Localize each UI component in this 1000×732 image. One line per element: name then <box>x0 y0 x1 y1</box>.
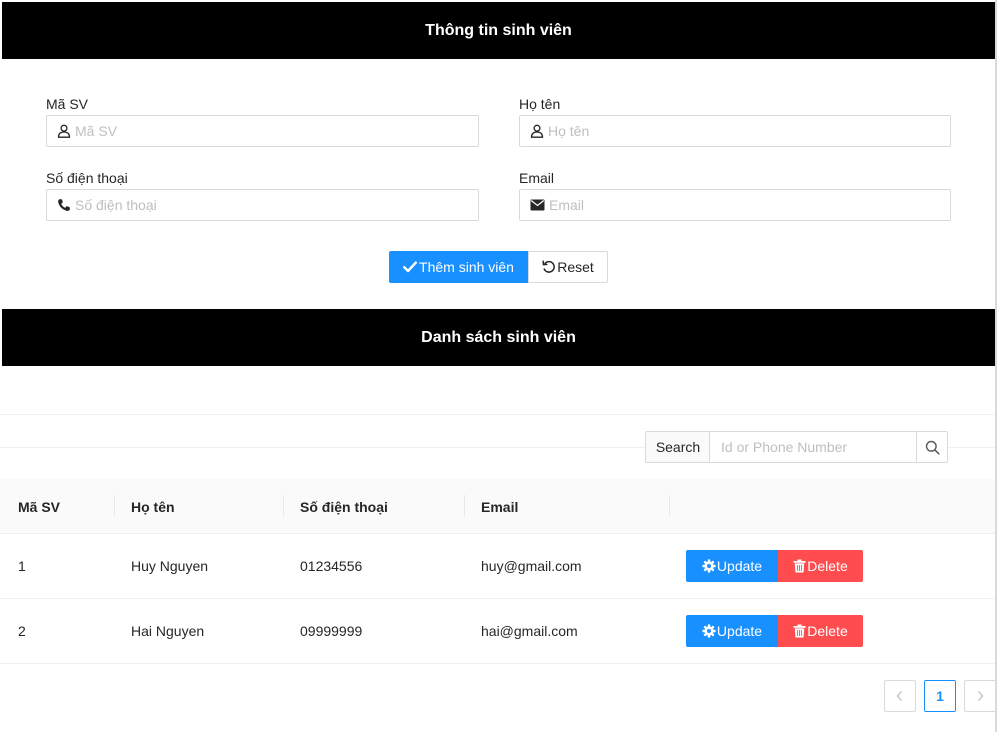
cell-name: Hai Nguyen <box>131 623 205 639</box>
search-icon <box>925 440 940 455</box>
pagination-next-button[interactable] <box>964 680 996 712</box>
mail-icon <box>530 199 545 211</box>
user-icon <box>57 124 71 138</box>
scrollbar-edge <box>995 0 997 732</box>
cell-phone: 09999999 <box>300 623 363 639</box>
phone-icon <box>58 199 70 211</box>
delete-label: Delete <box>807 558 848 574</box>
column-header-email: Email <box>481 498 519 515</box>
phone-label: Số điện thoại <box>46 170 128 186</box>
divider <box>948 447 995 448</box>
column-separator <box>669 495 670 517</box>
delete-button[interactable]: Delete <box>778 615 863 647</box>
trash-icon <box>793 559 806 573</box>
table-row: 2 Hai Nguyen 09999999 hai@gmail.com Upda… <box>0 599 995 664</box>
update-label: Update <box>716 623 763 639</box>
form-section-title: Thông tin sinh viên <box>425 21 572 39</box>
delete-button[interactable]: Delete <box>778 550 863 582</box>
column-header-id: Mã SV <box>18 498 61 515</box>
reset-label: Reset <box>557 259 594 275</box>
search-button[interactable] <box>916 431 948 463</box>
list-section-title: Danh sách sinh viên <box>421 328 576 346</box>
chevron-left-icon <box>896 691 902 701</box>
cell-id: 1 <box>18 558 26 574</box>
full-name-input[interactable] <box>548 123 950 139</box>
reset-button[interactable]: Reset <box>528 251 608 283</box>
column-separator <box>283 495 284 517</box>
search-field[interactable] <box>709 431 917 463</box>
pagination-page-button[interactable]: 1 <box>924 680 956 712</box>
app-window: Thông tin sinh viên Mã SV Họ tên Số điện… <box>0 0 1000 732</box>
search-label: Search <box>645 431 710 463</box>
update-button[interactable]: Update <box>686 615 778 647</box>
divider <box>0 414 995 415</box>
table-header: Mã SV Họ tên Số điện thoại Email <box>0 479 995 534</box>
student-id-field[interactable] <box>46 115 479 147</box>
gear-icon <box>702 624 716 638</box>
user-icon <box>530 124 544 138</box>
cell-id: 2 <box>18 623 26 639</box>
email-label: Email <box>519 170 555 186</box>
delete-label: Delete <box>807 623 848 639</box>
cell-phone: 01234556 <box>300 558 363 574</box>
phone-field[interactable] <box>46 189 479 221</box>
update-button[interactable]: Update <box>686 550 778 582</box>
column-header-phone: Số điện thoại <box>300 498 388 515</box>
email-field[interactable] <box>519 189 951 221</box>
add-student-label: Thêm sinh viên <box>419 259 514 275</box>
student-id-label: Mã SV <box>46 96 89 112</box>
column-header-name: Họ tên <box>131 498 175 515</box>
trash-icon <box>793 624 806 638</box>
chevron-right-icon <box>978 691 984 701</box>
full-name-field[interactable] <box>519 115 951 147</box>
student-id-input[interactable] <box>75 123 478 139</box>
gear-icon <box>702 559 716 573</box>
add-student-button[interactable]: Thêm sinh viên <box>389 251 528 283</box>
cell-email: huy@gmail.com <box>481 558 582 574</box>
undo-icon <box>542 260 556 273</box>
phone-input[interactable] <box>75 197 478 213</box>
cell-name: Huy Nguyen <box>131 558 209 574</box>
search-input[interactable] <box>721 439 916 455</box>
check-icon <box>403 261 418 273</box>
update-label: Update <box>716 558 763 574</box>
column-separator <box>464 495 465 517</box>
column-separator <box>114 495 115 517</box>
table-row: 1 Huy Nguyen 01234556 huy@gmail.com Upda… <box>0 534 995 599</box>
form-section-header: Thông tin sinh viên <box>2 2 995 59</box>
divider <box>0 447 645 448</box>
pagination-prev-button[interactable] <box>884 680 916 712</box>
email-input[interactable] <box>549 197 950 213</box>
cell-email: hai@gmail.com <box>481 623 578 639</box>
list-section-header: Danh sách sinh viên <box>2 309 995 366</box>
full-name-label: Họ tên <box>519 96 561 112</box>
